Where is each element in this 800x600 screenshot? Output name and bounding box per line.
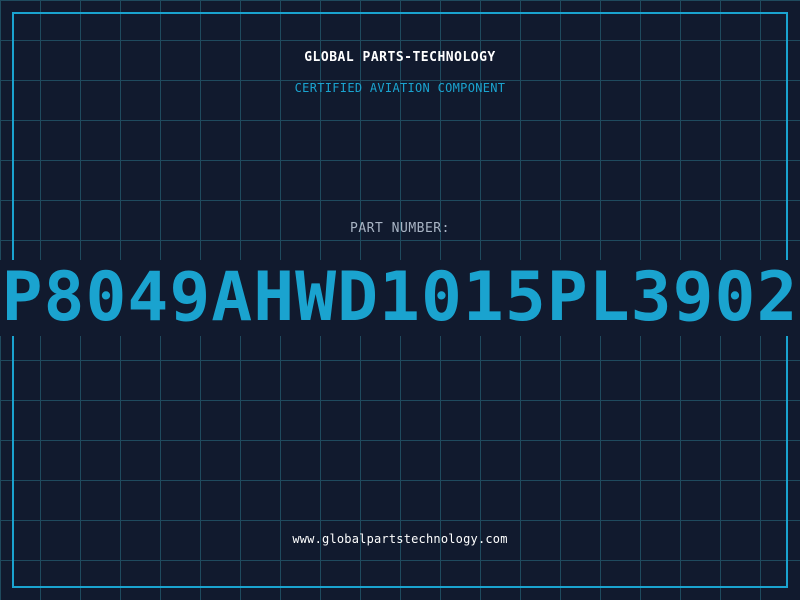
part-number-band: P8049AHWD1015PL3902 — [0, 260, 800, 336]
certification-tagline: CERTIFIED AVIATION COMPONENT — [294, 81, 506, 95]
company-name: GLOBAL PARTS-TECHNOLOGY — [304, 50, 496, 65]
website-url: www.globalpartstechnology.com — [292, 532, 508, 546]
part-label-card: GLOBAL PARTS-TECHNOLOGY CERTIFIED AVIATI… — [0, 0, 800, 600]
part-number-value: P8049AHWD1015PL3902 — [1, 260, 799, 336]
part-number-label: PART NUMBER: — [350, 221, 450, 236]
